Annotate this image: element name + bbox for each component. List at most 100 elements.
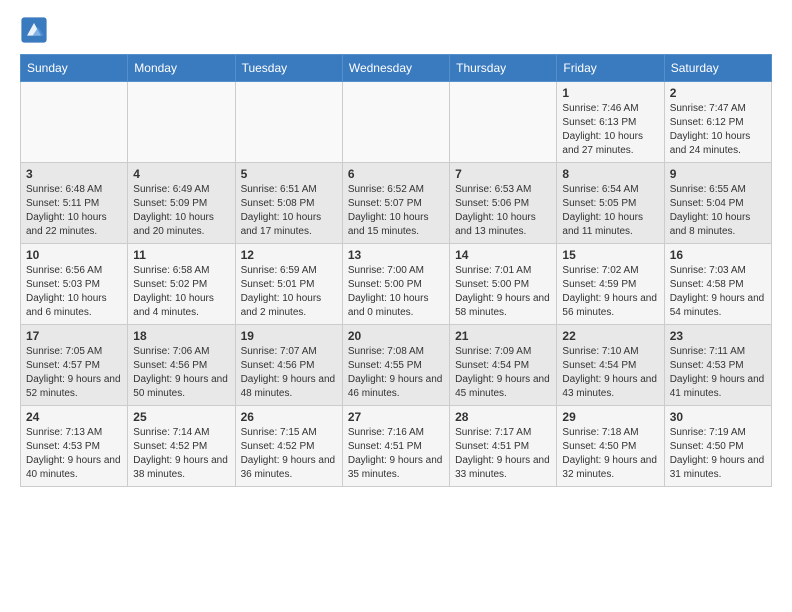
day-info: Sunrise: 6:55 AM Sunset: 5:04 PM Dayligh…: [670, 183, 766, 239]
day-info: Sunrise: 7:47 AM Sunset: 6:12 PM Dayligh…: [670, 102, 766, 158]
day-info: Sunrise: 7:11 AM Sunset: 4:53 PM Dayligh…: [670, 345, 766, 401]
week-row-5: 24 Sunrise: 7:13 AM Sunset: 4:53 PM Dayli…: [21, 406, 772, 487]
day-number: 6: [348, 167, 444, 181]
day-number: 27: [348, 410, 444, 424]
header: [20, 16, 772, 44]
day-number: 13: [348, 248, 444, 262]
day-info: Sunrise: 7:14 AM Sunset: 4:52 PM Dayligh…: [133, 426, 229, 482]
calendar-cell: 25 Sunrise: 7:14 AM Sunset: 4:52 PM Dayli…: [128, 406, 235, 487]
day-number: 19: [241, 329, 337, 343]
calendar-header: SundayMondayTuesdayWednesdayThursdayFrid…: [21, 55, 772, 82]
day-info: Sunrise: 7:10 AM Sunset: 4:54 PM Dayligh…: [562, 345, 658, 401]
day-info: Sunrise: 6:52 AM Sunset: 5:07 PM Dayligh…: [348, 183, 444, 239]
calendar-cell: 2Sunrise: 7:47 AM Sunset: 6:12 PM Daylig…: [664, 82, 771, 163]
calendar-cell: 27 Sunrise: 7:16 AM Sunset: 4:51 PM Dayli…: [342, 406, 449, 487]
day-number: 12: [241, 248, 337, 262]
day-number: 5: [241, 167, 337, 181]
calendar-cell: 15Sunrise: 7:02 AM Sunset: 4:59 PM Dayli…: [557, 244, 664, 325]
day-info: Sunrise: 6:53 AM Sunset: 5:06 PM Dayligh…: [455, 183, 551, 239]
calendar-cell: 12 Sunrise: 6:59 AM Sunset: 5:01 PM Dayli…: [235, 244, 342, 325]
calendar-body: 1 Sunrise: 7:46 AM Sunset: 6:13 PM Daylig…: [21, 82, 772, 487]
calendar-cell: 26 Sunrise: 7:15 AM Sunset: 4:52 PM Dayli…: [235, 406, 342, 487]
day-info: Sunrise: 7:15 AM Sunset: 4:52 PM Dayligh…: [241, 426, 337, 482]
day-info: Sunrise: 7:05 AM Sunset: 4:57 PM Dayligh…: [26, 345, 122, 401]
calendar-cell: 28 Sunrise: 7:17 AM Sunset: 4:51 PM Dayli…: [450, 406, 557, 487]
weekday-header-saturday: Saturday: [664, 55, 771, 82]
day-info: Sunrise: 6:49 AM Sunset: 5:09 PM Dayligh…: [133, 183, 229, 239]
day-number: 23: [670, 329, 766, 343]
calendar-cell: 30Sunrise: 7:19 AM Sunset: 4:50 PM Dayli…: [664, 406, 771, 487]
day-number: 15: [562, 248, 658, 262]
day-number: 4: [133, 167, 229, 181]
day-number: 21: [455, 329, 551, 343]
logo: [20, 16, 52, 44]
calendar-cell: [128, 82, 235, 163]
day-number: 7: [455, 167, 551, 181]
day-info: Sunrise: 7:19 AM Sunset: 4:50 PM Dayligh…: [670, 426, 766, 482]
week-row-2: 3 Sunrise: 6:48 AM Sunset: 5:11 PM Daylig…: [21, 163, 772, 244]
calendar-cell: 7 Sunrise: 6:53 AM Sunset: 5:06 PM Daylig…: [450, 163, 557, 244]
day-info: Sunrise: 7:46 AM Sunset: 6:13 PM Dayligh…: [562, 102, 658, 158]
calendar-cell: 20 Sunrise: 7:08 AM Sunset: 4:55 PM Dayli…: [342, 325, 449, 406]
day-number: 3: [26, 167, 122, 181]
day-info: Sunrise: 7:13 AM Sunset: 4:53 PM Dayligh…: [26, 426, 122, 482]
day-number: 10: [26, 248, 122, 262]
day-number: 1: [562, 86, 658, 100]
calendar-cell: [235, 82, 342, 163]
calendar-cell: 14 Sunrise: 7:01 AM Sunset: 5:00 PM Dayli…: [450, 244, 557, 325]
calendar-cell: 11 Sunrise: 6:58 AM Sunset: 5:02 PM Dayli…: [128, 244, 235, 325]
weekday-header-friday: Friday: [557, 55, 664, 82]
day-number: 17: [26, 329, 122, 343]
weekday-header-wednesday: Wednesday: [342, 55, 449, 82]
day-number: 11: [133, 248, 229, 262]
day-number: 28: [455, 410, 551, 424]
day-info: Sunrise: 6:54 AM Sunset: 5:05 PM Dayligh…: [562, 183, 658, 239]
day-number: 22: [562, 329, 658, 343]
day-info: Sunrise: 6:58 AM Sunset: 5:02 PM Dayligh…: [133, 264, 229, 320]
calendar-cell: 23 Sunrise: 7:11 AM Sunset: 4:53 PM Dayli…: [664, 325, 771, 406]
calendar-cell: 17 Sunrise: 7:05 AM Sunset: 4:57 PM Dayli…: [21, 325, 128, 406]
calendar-cell: [21, 82, 128, 163]
day-info: Sunrise: 7:17 AM Sunset: 4:51 PM Dayligh…: [455, 426, 551, 482]
week-row-1: 1 Sunrise: 7:46 AM Sunset: 6:13 PM Daylig…: [21, 82, 772, 163]
day-number: 24: [26, 410, 122, 424]
day-info: Sunrise: 7:18 AM Sunset: 4:50 PM Dayligh…: [562, 426, 658, 482]
day-number: 18: [133, 329, 229, 343]
week-row-3: 10 Sunrise: 6:56 AM Sunset: 5:03 PM Dayli…: [21, 244, 772, 325]
day-info: Sunrise: 6:56 AM Sunset: 5:03 PM Dayligh…: [26, 264, 122, 320]
weekday-header-thursday: Thursday: [450, 55, 557, 82]
day-info: Sunrise: 7:03 AM Sunset: 4:58 PM Dayligh…: [670, 264, 766, 320]
calendar-cell: 18 Sunrise: 7:06 AM Sunset: 4:56 PM Dayli…: [128, 325, 235, 406]
calendar-cell: 6 Sunrise: 6:52 AM Sunset: 5:07 PM Daylig…: [342, 163, 449, 244]
day-info: Sunrise: 6:48 AM Sunset: 5:11 PM Dayligh…: [26, 183, 122, 239]
calendar-cell: 29 Sunrise: 7:18 AM Sunset: 4:50 PM Dayli…: [557, 406, 664, 487]
day-number: 14: [455, 248, 551, 262]
calendar-cell: 22 Sunrise: 7:10 AM Sunset: 4:54 PM Dayli…: [557, 325, 664, 406]
day-info: Sunrise: 7:00 AM Sunset: 5:00 PM Dayligh…: [348, 264, 444, 320]
calendar-cell: 5 Sunrise: 6:51 AM Sunset: 5:08 PM Daylig…: [235, 163, 342, 244]
calendar-cell: 21 Sunrise: 7:09 AM Sunset: 4:54 PM Dayli…: [450, 325, 557, 406]
day-number: 26: [241, 410, 337, 424]
day-number: 16: [670, 248, 766, 262]
day-info: Sunrise: 7:06 AM Sunset: 4:56 PM Dayligh…: [133, 345, 229, 401]
calendar-cell: 1 Sunrise: 7:46 AM Sunset: 6:13 PM Daylig…: [557, 82, 664, 163]
day-info: Sunrise: 7:08 AM Sunset: 4:55 PM Dayligh…: [348, 345, 444, 401]
day-info: Sunrise: 7:09 AM Sunset: 4:54 PM Dayligh…: [455, 345, 551, 401]
day-info: Sunrise: 7:07 AM Sunset: 4:56 PM Dayligh…: [241, 345, 337, 401]
day-info: Sunrise: 7:16 AM Sunset: 4:51 PM Dayligh…: [348, 426, 444, 482]
day-info: Sunrise: 7:01 AM Sunset: 5:00 PM Dayligh…: [455, 264, 551, 320]
calendar-cell: 4 Sunrise: 6:49 AM Sunset: 5:09 PM Daylig…: [128, 163, 235, 244]
calendar-cell: 19 Sunrise: 7:07 AM Sunset: 4:56 PM Dayli…: [235, 325, 342, 406]
day-info: Sunrise: 6:59 AM Sunset: 5:01 PM Dayligh…: [241, 264, 337, 320]
day-number: 25: [133, 410, 229, 424]
calendar-cell: 3 Sunrise: 6:48 AM Sunset: 5:11 PM Daylig…: [21, 163, 128, 244]
day-number: 20: [348, 329, 444, 343]
calendar-cell: 9Sunrise: 6:55 AM Sunset: 5:04 PM Daylig…: [664, 163, 771, 244]
day-number: 29: [562, 410, 658, 424]
calendar-cell: 13 Sunrise: 7:00 AM Sunset: 5:00 PM Dayli…: [342, 244, 449, 325]
day-info: Sunrise: 6:51 AM Sunset: 5:08 PM Dayligh…: [241, 183, 337, 239]
calendar-cell: [342, 82, 449, 163]
weekday-header-sunday: Sunday: [21, 55, 128, 82]
weekday-header-tuesday: Tuesday: [235, 55, 342, 82]
day-number: 8: [562, 167, 658, 181]
